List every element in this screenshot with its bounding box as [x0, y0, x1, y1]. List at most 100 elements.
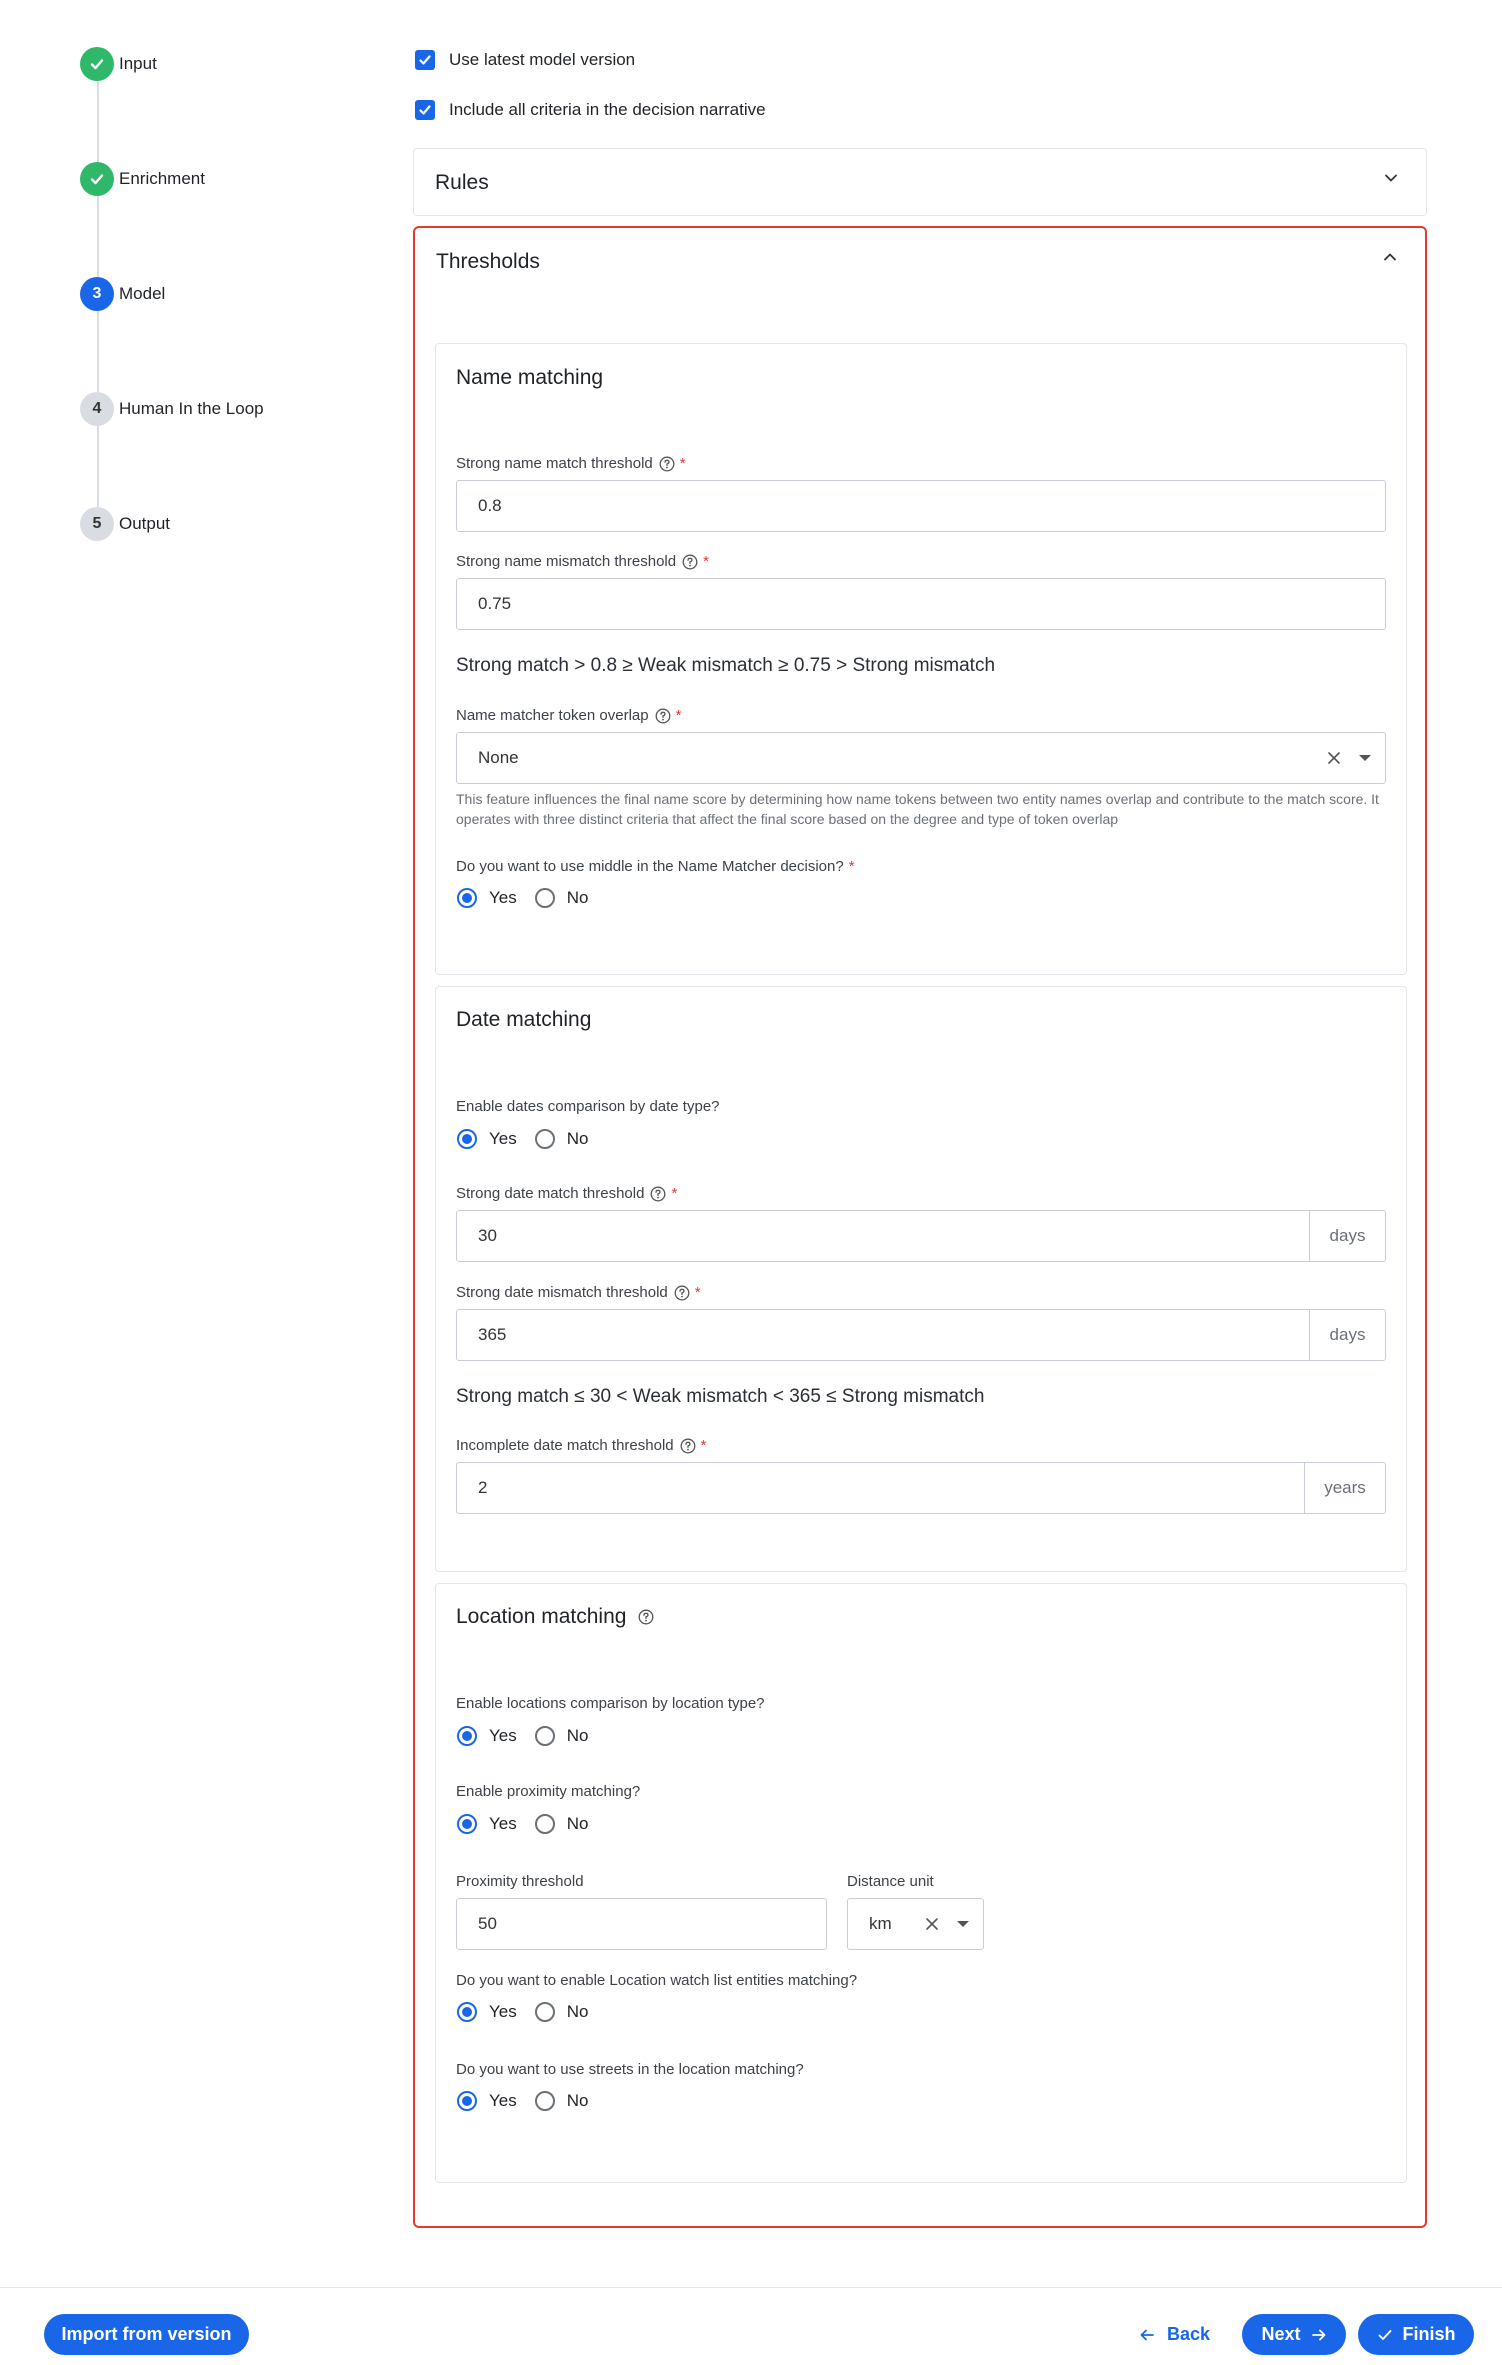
radio-yes[interactable]: Yes [457, 2002, 517, 2022]
proximity-threshold-input[interactable]: 50 [456, 1898, 827, 1950]
required-marker: * [671, 1185, 678, 1202]
required-marker: * [694, 1284, 701, 1301]
help-icon[interactable] [674, 1285, 690, 1301]
streets-radio-group: Yes No [457, 2091, 606, 2111]
step-label: Human In the Loop [119, 399, 264, 418]
radio-no[interactable]: No [534, 888, 588, 908]
help-icon[interactable] [659, 456, 675, 472]
arrow-left-icon [1140, 2329, 1154, 2340]
chevron-down-icon[interactable] [1384, 171, 1398, 185]
radio-yes[interactable]: Yes [457, 1726, 517, 1746]
dates-by-type-question: Enable dates comparison by date type? [456, 1098, 720, 1115]
step-number: 5 [80, 507, 114, 541]
date-matching-card: Date matching Enable dates comparison by… [435, 986, 1407, 1572]
token-overlap-helper-text: This feature influences the final name s… [456, 791, 1379, 827]
strong-name-match-label: Strong name match threshold * [456, 455, 686, 472]
accordion-title: Thresholds [436, 250, 540, 273]
locations-by-type-radio-group: Yes No [457, 1726, 606, 1746]
caret-down-icon[interactable] [1359, 755, 1371, 761]
strong-date-match-label: Strong date match threshold * [456, 1185, 678, 1202]
step-human-in-the-loop[interactable]: 4 Human In the Loop [80, 392, 264, 426]
include-all-criteria-option[interactable]: Include all criteria in the decision nar… [415, 100, 766, 120]
rules-accordion[interactable]: Rules [413, 148, 1427, 216]
arrow-right-icon [1311, 2329, 1325, 2340]
card-title: Name matching [456, 366, 604, 389]
use-latest-model-checkbox[interactable] [415, 50, 435, 70]
card-title: Date matching [456, 1008, 592, 1031]
radio-no[interactable]: No [534, 2091, 588, 2111]
strong-name-mismatch-input[interactable]: 0.75 [456, 578, 1386, 630]
caret-down-icon[interactable] [957, 1921, 969, 1927]
step-label: Input [119, 54, 157, 73]
unit-addon: days [1309, 1310, 1385, 1360]
proximity-matching-radio-group: Yes No [457, 1814, 606, 1834]
radio-no[interactable]: No [534, 1129, 588, 1149]
thresholds-accordion: Thresholds Name matching Strong name mat… [413, 226, 1427, 2228]
help-icon[interactable] [680, 1438, 696, 1454]
help-icon[interactable] [682, 554, 698, 570]
strong-name-mismatch-label: Strong name mismatch threshold * [456, 553, 709, 570]
required-marker: * [679, 455, 686, 472]
proximity-matching-question: Enable proximity matching? [456, 1783, 641, 1800]
back-button[interactable]: Back [1139, 2314, 1210, 2355]
checkmark-icon [1378, 2329, 1391, 2340]
checkmark-icon [419, 105, 431, 115]
radio-yes[interactable]: Yes [457, 1814, 517, 1834]
strong-date-match-input[interactable]: 30 days [456, 1210, 1386, 1262]
distance-unit-select[interactable]: km [847, 1898, 984, 1950]
strong-date-mismatch-label: Strong date mismatch threshold * [456, 1284, 701, 1301]
step-model[interactable]: 3 Model [80, 277, 165, 311]
watchlist-question: Do you want to enable Location watch lis… [456, 1972, 858, 1989]
radio-no[interactable]: No [534, 1726, 588, 1746]
middle-name-radio-group: Yes No [457, 888, 606, 908]
use-latest-model-option[interactable]: Use latest model version [415, 50, 635, 70]
step-label: Model [119, 284, 166, 303]
import-from-version-button[interactable]: Import from version [44, 2314, 249, 2355]
stepper-connector [97, 81, 99, 162]
step-output[interactable]: 5 Output [80, 507, 170, 541]
checkbox-label: Include all criteria in the decision nar… [449, 100, 766, 119]
name-threshold-formula: Strong match > 0.8 ≥ Weak mismatch ≥ 0.7… [456, 655, 996, 676]
distance-unit-label: Distance unit [847, 1873, 934, 1890]
step-label: Enrichment [119, 169, 205, 188]
strong-date-mismatch-input[interactable]: 365 days [456, 1309, 1386, 1361]
radio-no[interactable]: No [534, 2002, 588, 2022]
radio-yes[interactable]: Yes [457, 1129, 517, 1149]
help-icon[interactable] [655, 708, 671, 724]
clear-icon[interactable] [1327, 751, 1341, 765]
location-matching-card: Location matching Enable locations compa… [435, 1583, 1407, 2183]
help-icon[interactable] [650, 1186, 666, 1202]
radio-yes[interactable]: Yes [457, 888, 517, 908]
dates-by-type-radio-group: Yes No [457, 1129, 606, 1149]
clear-icon[interactable] [925, 1917, 939, 1931]
unit-addon: years [1304, 1463, 1385, 1513]
required-marker: * [848, 858, 855, 875]
token-overlap-label: Name matcher token overlap * [456, 707, 682, 724]
proximity-threshold-label: Proximity threshold [456, 1873, 584, 1890]
incomplete-date-input[interactable]: 2 years [456, 1462, 1386, 1514]
radio-no[interactable]: No [534, 1814, 588, 1834]
watchlist-radio-group: Yes No [457, 2002, 606, 2022]
unit-addon: days [1309, 1211, 1385, 1261]
streets-question: Do you want to use streets in the locati… [456, 2061, 804, 2078]
step-label: Output [119, 514, 171, 533]
incomplete-date-label: Incomplete date match threshold * [456, 1437, 707, 1454]
required-marker: * [675, 707, 682, 724]
next-button[interactable]: Next [1242, 2314, 1346, 2355]
name-matching-card: Name matching Strong name match threshol… [435, 343, 1407, 975]
step-input[interactable]: Input [80, 47, 157, 81]
required-marker: * [703, 553, 709, 570]
step-enrichment[interactable]: Enrichment [80, 162, 205, 196]
chevron-up-icon[interactable] [1383, 250, 1397, 264]
token-overlap-select[interactable]: None [456, 732, 1386, 784]
step-number: 4 [80, 392, 114, 426]
help-icon[interactable] [638, 1609, 654, 1625]
finish-button[interactable]: Finish [1358, 2314, 1474, 2355]
include-all-criteria-checkbox[interactable] [415, 100, 435, 120]
radio-yes[interactable]: Yes [457, 2091, 517, 2111]
strong-name-match-input[interactable]: 0.8 [456, 480, 1386, 532]
stepper-connector [97, 426, 99, 507]
checkmark-icon [419, 55, 431, 65]
middle-name-question: Do you want to use middle in the Name Ma… [456, 858, 855, 875]
check-circle-icon [80, 162, 114, 196]
